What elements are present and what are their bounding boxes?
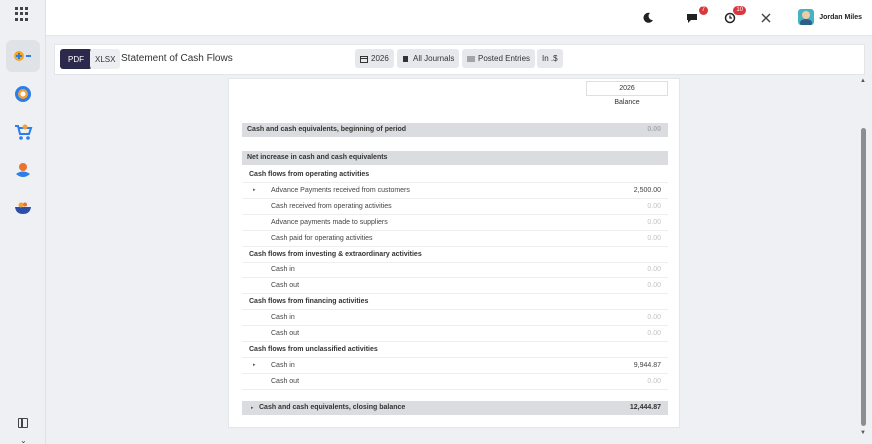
chat-badge: 7 — [698, 6, 708, 15]
column-header-year: 2026 — [586, 81, 668, 96]
sidebar-item-restaurant[interactable] — [6, 192, 40, 224]
expand-caret-icon[interactable]: ▸ — [251, 405, 254, 411]
row-label: Net increase in cash and cash equivalent… — [247, 154, 388, 161]
accounting-icon — [14, 51, 31, 61]
row-value: 0.00 — [647, 235, 661, 242]
report-line-row: Cash in 0.00 — [242, 310, 668, 326]
sidebar-item-contacts[interactable] — [6, 154, 40, 186]
report-group-row: Cash flows from investing & extraordinar… — [242, 247, 668, 263]
sidebar-item-accounting[interactable] — [6, 40, 40, 72]
book-icon — [403, 55, 408, 62]
report-section-row: Cash and cash equivalents, beginning of … — [242, 123, 668, 137]
row-value: 12,444.87 — [629, 404, 661, 411]
sliders-icon — [467, 56, 475, 61]
ai-icon — [15, 86, 31, 102]
row-label: Advance Payments received from customers — [271, 187, 410, 194]
scrollbar-thumb[interactable] — [861, 128, 866, 426]
tools-icon[interactable] — [758, 10, 774, 26]
row-label: Cash flows from investing & extraordinar… — [249, 251, 422, 258]
person-pin-icon — [16, 163, 30, 177]
user-name: Jordan Miles — [819, 13, 862, 21]
sidebar-item-ai[interactable] — [6, 78, 40, 110]
row-value: 0.00 — [647, 219, 661, 226]
row-label: Cash in — [271, 266, 295, 273]
shopping-cart-icon — [15, 124, 33, 140]
top-navbar: 7 10 Jordan Miles — [46, 0, 872, 36]
column-header-balance: Balance — [614, 99, 640, 106]
currency-filter-button[interactable]: In .$ — [537, 49, 563, 68]
posted-entries-filter-button[interactable]: Posted Entries — [462, 49, 536, 68]
row-value: 2,500.00 — [633, 187, 661, 194]
row-value: 9,944.87 — [633, 362, 661, 369]
report-line-row: Cash out 0.00 — [242, 326, 668, 342]
bowl-icon — [15, 202, 31, 214]
row-value: 0.00 — [647, 126, 661, 133]
apps-grid-icon[interactable] — [15, 7, 29, 21]
activity-clock-icon[interactable]: 10 — [722, 6, 746, 26]
row-value: 0.00 — [647, 266, 661, 273]
report-group-row: Cash flows from unclassified activities — [242, 342, 668, 358]
dark-mode-moon-icon[interactable] — [640, 10, 656, 26]
row-label: Cash and cash equivalents, closing balan… — [259, 404, 406, 411]
chevron-down-icon[interactable]: ⌄ — [20, 436, 27, 444]
report-group-row: Cash flows from operating activities — [242, 167, 668, 183]
report-section-row[interactable]: ▸ Cash and cash equivalents, closing bala… — [242, 401, 668, 415]
journals-filter-label: All Journals — [413, 54, 455, 63]
xlsx-button[interactable]: XLSX — [90, 49, 121, 69]
scroll-down-arrow-icon[interactable]: ▼ — [860, 430, 866, 436]
report-group-row: Cash flows from financing activities — [242, 294, 668, 310]
activity-badge: 10 — [733, 6, 746, 15]
date-filter-button[interactable]: 2026 — [355, 49, 394, 68]
date-filter-label: 2026 — [371, 54, 389, 63]
report-line-row: Cash paid for operating activities 0.00 — [242, 231, 668, 247]
report-line-row: Cash out 0.00 — [242, 374, 668, 390]
row-label: Cash received from operating activities — [271, 203, 392, 210]
row-value: 0.00 — [647, 330, 661, 337]
row-label: Advance payments made to suppliers — [271, 219, 388, 226]
control-panel: PDF XLSX Statement of Cash Flows 2026 Al… — [54, 44, 865, 75]
sidebar-toggle-icon[interactable] — [18, 418, 28, 428]
row-value: 0.00 — [647, 378, 661, 385]
report-sheet: 2026 Balance Cash and cash equivalents, … — [228, 78, 680, 428]
expand-caret-icon[interactable]: ▸ — [253, 362, 256, 368]
row-label: Cash and cash equivalents, beginning of … — [247, 126, 407, 133]
app-sidebar: ⌄ — [0, 0, 46, 444]
row-label: Cash out — [271, 330, 300, 337]
row-label: Cash out — [271, 282, 300, 289]
calendar-icon — [360, 55, 368, 63]
row-label: Cash in — [271, 362, 295, 369]
report-line-row: Advance payments made to suppliers 0.00 — [242, 215, 668, 231]
page-title: Statement of Cash Flows — [121, 53, 233, 64]
report-line-row: Cash received from operating activities 0… — [242, 199, 668, 215]
row-value: 0.00 — [647, 314, 661, 321]
row-label: Cash paid for operating activities — [271, 235, 373, 242]
expand-caret-icon[interactable]: ▸ — [253, 187, 256, 193]
report-line-row: Cash in 0.00 — [242, 262, 668, 278]
row-label: Cash out — [271, 378, 300, 385]
row-label: Cash in — [271, 314, 295, 321]
row-label: Cash flows from operating activities — [249, 171, 370, 178]
report-line-row[interactable]: ▸ Advance Payments received from customer… — [242, 183, 668, 199]
row-label: Cash flows from financing activities — [249, 298, 369, 305]
avatar — [798, 9, 815, 25]
currency-filter-label: In .$ — [542, 54, 558, 63]
scroll-up-arrow-icon[interactable]: ▲ — [860, 78, 866, 84]
user-menu[interactable]: Jordan Miles — [798, 9, 862, 25]
row-value: 0.00 — [647, 203, 661, 210]
posted-entries-filter-label: Posted Entries — [478, 54, 531, 63]
row-value: 0.00 — [647, 282, 661, 289]
chat-icon[interactable]: 7 — [684, 6, 708, 26]
sidebar-item-sales[interactable] — [6, 116, 40, 148]
row-label: Cash flows from unclassified activities — [249, 346, 378, 353]
report-line-row[interactable]: ▸ Cash in 9,944.87 — [242, 358, 668, 374]
journals-filter-button[interactable]: All Journals — [397, 49, 460, 68]
report-section-row: Net increase in cash and cash equivalent… — [242, 151, 668, 165]
report-line-row: Cash out 0.00 — [242, 278, 668, 294]
pdf-button[interactable]: PDF — [60, 49, 92, 69]
